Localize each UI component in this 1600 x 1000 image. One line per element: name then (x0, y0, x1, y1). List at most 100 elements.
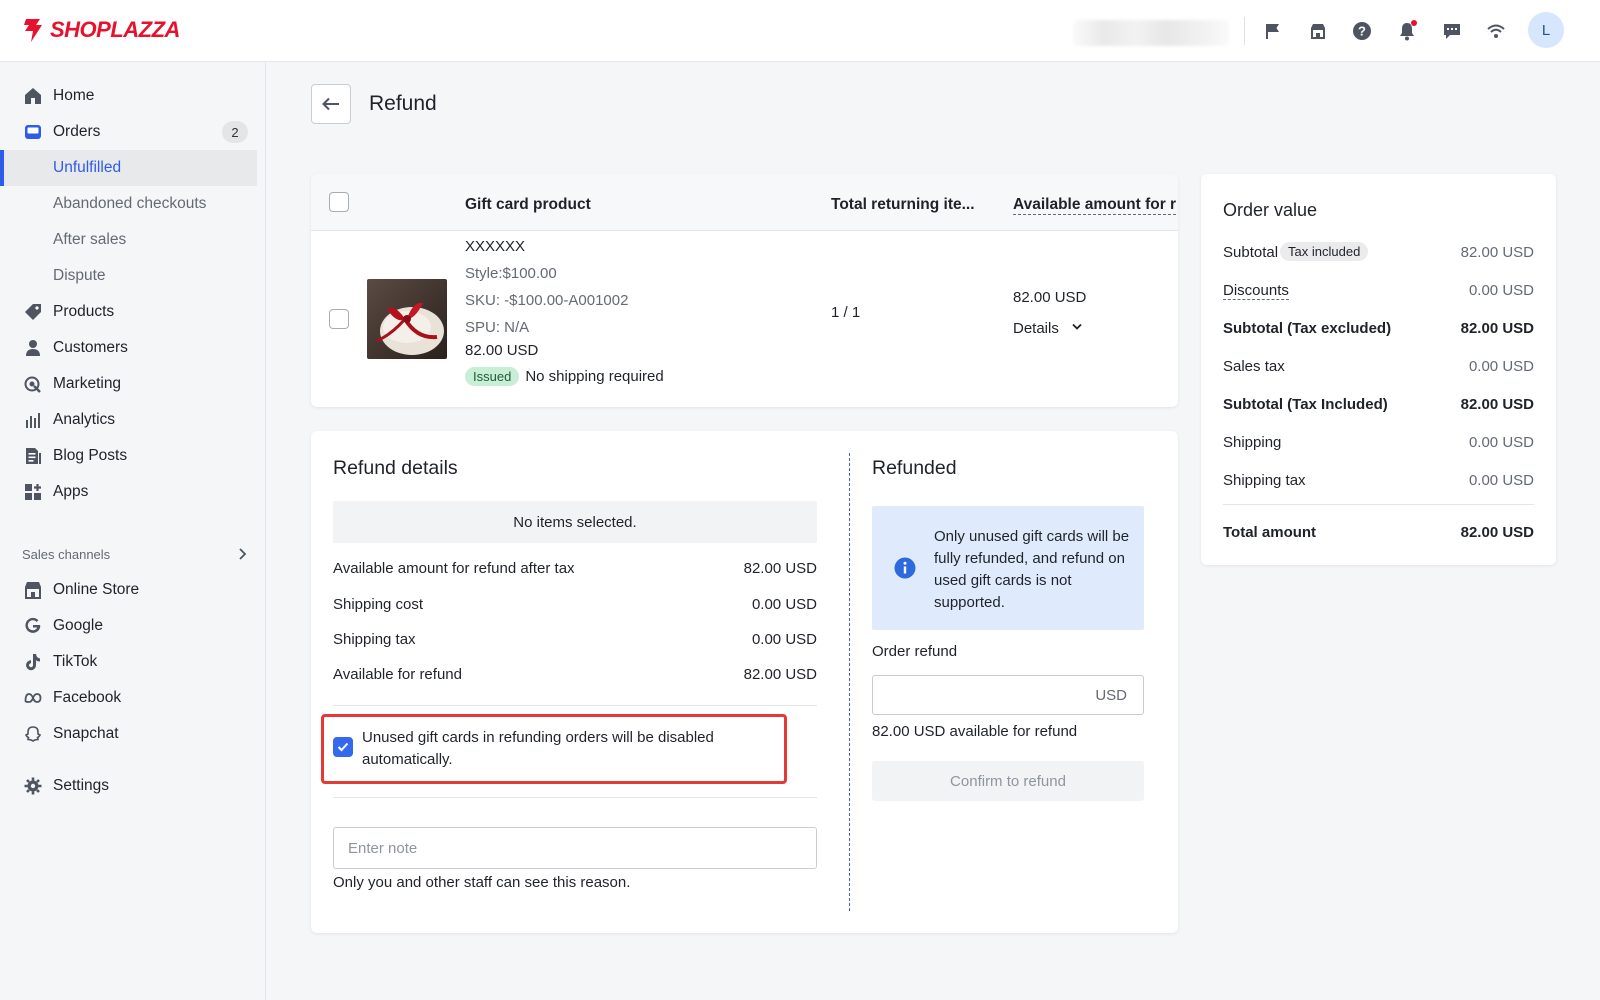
divider (333, 797, 817, 798)
bell-icon[interactable] (1395, 19, 1419, 43)
details-toggle[interactable]: Details (1013, 320, 1083, 337)
details-label: Details (1013, 320, 1059, 337)
chat-icon[interactable] (1440, 19, 1464, 43)
wifi-icon[interactable] (1484, 19, 1508, 43)
sidebar-item-label: Settings (53, 777, 110, 794)
apps-icon (25, 484, 41, 500)
total-amount-label: Total amount (1223, 524, 1317, 541)
sidebar-item-analytics[interactable]: Analytics (0, 402, 257, 438)
select-all-checkbox[interactable] (329, 192, 349, 212)
sidebar-item-abandoned-checkouts[interactable]: Abandoned checkouts (0, 186, 257, 222)
sidebar-item-google[interactable]: Google (0, 608, 257, 644)
note-input[interactable] (333, 827, 817, 869)
store-icon[interactable] (1306, 19, 1330, 43)
sidebar-item-products[interactable]: Products (0, 294, 257, 330)
discounts-label[interactable]: Discounts (1223, 282, 1289, 300)
sidebar-item-online-store[interactable]: Online Store (0, 572, 257, 608)
issued-status-badge: Issued (465, 367, 520, 386)
tiktok-icon (26, 654, 40, 671)
page-title: Refund (369, 92, 437, 115)
sidebar: Home Orders 2 Unfulfilled Abandoned chec… (0, 62, 266, 1000)
sidebar-item-blog-posts[interactable]: Blog Posts (0, 438, 257, 474)
subtotal-tax-excluded-value: 82.00 USD (1460, 320, 1534, 337)
notification-dot (1411, 20, 1417, 26)
marketing-icon (24, 376, 41, 393)
shoplazza-logo[interactable]: SHOPLAZZA (22, 16, 180, 44)
sidebar-item-label: After sales (53, 231, 127, 248)
column-divider (849, 453, 850, 911)
sidebar-item-label: Marketing (53, 375, 122, 392)
product-name: XXXXXX (465, 238, 526, 255)
note-hint: Only you and other staff can see this re… (333, 874, 631, 891)
brand-name: SHOPLAZZA (50, 17, 180, 42)
divider (1244, 17, 1245, 45)
sales-tax-value: 0.00 USD (1468, 358, 1534, 375)
snapchat-icon (24, 726, 42, 742)
sidebar-item-label: Snapchat (53, 725, 119, 742)
row-checkbox[interactable] (329, 309, 349, 329)
shipping-cost-label: Shipping cost (333, 596, 424, 613)
sidebar-item-label: Home (53, 87, 95, 104)
sidebar-item-label: Dispute (53, 267, 106, 284)
sidebar-item-apps[interactable]: Apps (0, 474, 257, 510)
disable-gift-cards-checkbox[interactable] (333, 737, 353, 757)
product-status-line: Issued No shipping required (465, 367, 664, 386)
confirm-refund-button[interactable]: Confirm to refund (872, 761, 1144, 801)
order-value-card: Order value Subtotal Tax included 82.00 U… (1201, 174, 1556, 565)
refund-card: Refund details No items selected. Availa… (311, 431, 1178, 933)
refunded-title: Refunded (872, 457, 957, 479)
sidebar-item-settings[interactable]: Settings (0, 768, 257, 804)
sidebar-item-dispute[interactable]: Dispute (0, 258, 257, 294)
subtotal-label: Subtotal Tax included (1223, 242, 1369, 261)
sidebar-item-customers[interactable]: Customers (0, 330, 257, 366)
flag-icon[interactable] (1261, 19, 1285, 43)
google-icon (25, 617, 41, 633)
shipping-tax-label: Shipping tax (1223, 472, 1306, 489)
checkmark-icon (337, 742, 349, 752)
avatar[interactable]: L (1528, 12, 1564, 48)
info-icon (894, 557, 916, 579)
sidebar-item-home[interactable]: Home (0, 78, 257, 114)
back-button[interactable] (311, 84, 351, 124)
product-spu: SPU: N/A (465, 319, 530, 336)
divider (333, 705, 817, 706)
disable-gift-cards-label[interactable]: Unused gift cards in refunding orders wi… (362, 727, 714, 771)
sales-channels-heading: Sales channels (22, 547, 111, 562)
home-icon (25, 88, 41, 104)
returning-quantity: 1 / 1 (831, 304, 861, 321)
sidebar-item-marketing[interactable]: Marketing (0, 366, 257, 402)
gift-card-product-image (367, 279, 447, 359)
order-refund-label: Order refund (872, 643, 958, 660)
sidebar-item-unfulfilled[interactable]: Unfulfilled (0, 150, 257, 186)
order-refund-input[interactable]: USD (872, 675, 1144, 715)
sidebar-item-snapchat[interactable]: Snapchat (0, 716, 257, 752)
divider (1223, 504, 1534, 505)
chevron-right-icon[interactable] (235, 547, 249, 561)
subtotal-label-text: Subtotal (1223, 244, 1279, 261)
order-value-title: Order value (1223, 200, 1318, 220)
column-header-product[interactable]: Gift card product (465, 196, 591, 214)
sidebar-item-after-sales[interactable]: After sales (0, 222, 257, 258)
disable-gift-cards-label-line1: Unused gift cards in refunding orders wi… (362, 729, 714, 746)
orders-icon (25, 125, 41, 139)
sidebar-item-facebook[interactable]: Facebook (0, 680, 257, 716)
shipping-tax-value: 0.00 USD (751, 631, 817, 648)
help-icon[interactable]: ? (1350, 19, 1374, 43)
shipping-note: No shipping required (525, 368, 664, 385)
sidebar-item-label: Unfulfilled (53, 159, 122, 176)
products-table-card: Gift card product Total returning ite...… (311, 174, 1178, 407)
shipping-cost-value: 0.00 USD (751, 596, 817, 613)
available-after-tax-label: Available amount for refund after tax (333, 560, 575, 577)
product-sku: SKU: -$100.00-A001002 (465, 292, 629, 309)
no-items-message: No items selected. (333, 501, 817, 543)
sidebar-item-label: Facebook (53, 689, 122, 706)
sidebar-item-label: TikTok (53, 653, 98, 670)
product-style: Style:$100.00 (465, 265, 557, 282)
person-icon (26, 340, 40, 356)
sidebar-item-tiktok[interactable]: TikTok (0, 644, 257, 680)
column-header-available[interactable]: Available amount for r (1013, 196, 1177, 215)
store-selector[interactable] (1073, 20, 1229, 46)
shipping-label: Shipping (1223, 434, 1282, 451)
column-header-returning[interactable]: Total returning ite... (831, 196, 975, 214)
sidebar-item-orders[interactable]: Orders 2 (0, 114, 257, 150)
